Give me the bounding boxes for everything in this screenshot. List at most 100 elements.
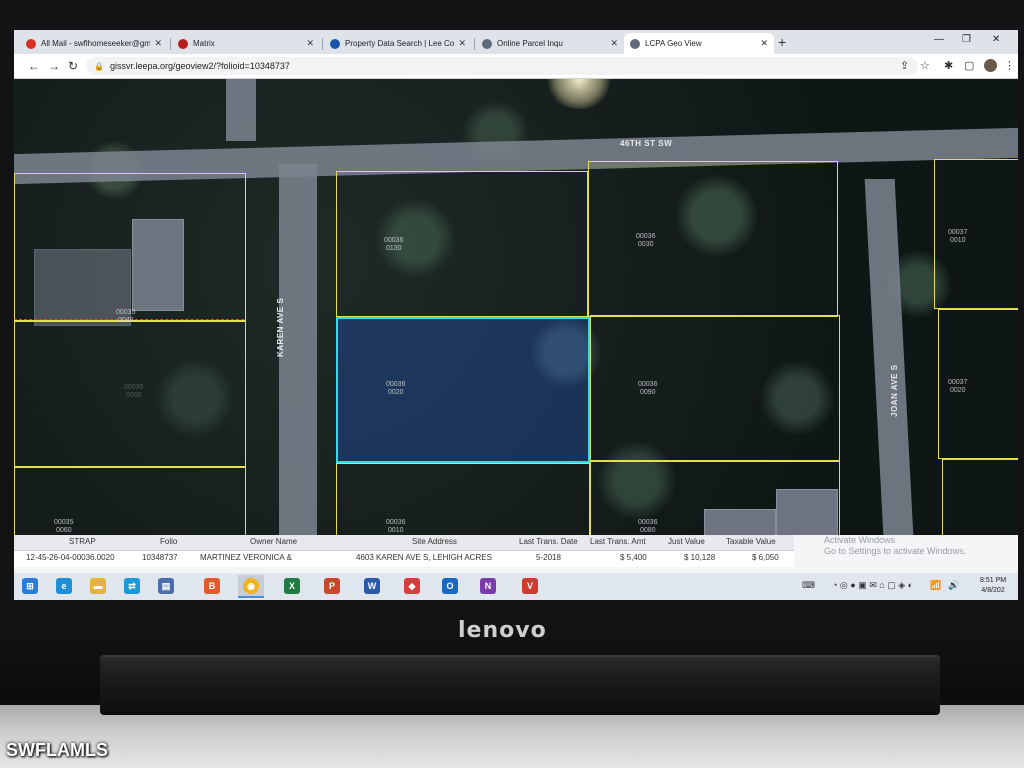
brave-icon[interactable]: B (204, 578, 220, 594)
windows-start-icon[interactable]: ⊞ (22, 578, 38, 594)
maximize-icon[interactable]: ❐ (962, 34, 971, 45)
tab-online-parcel-inquiry[interactable]: Online Parcel Inqu ✕ (476, 33, 624, 54)
minimize-icon[interactable]: — (934, 34, 944, 45)
column-header[interactable]: Just Value (668, 537, 705, 546)
site-address-cell: 4603 KAREN AVE S, LEHIGH ACRES (356, 553, 492, 562)
street-label-joan: JOAN AVE S (890, 364, 899, 417)
parcel-id-label: 00035 0050 (124, 384, 144, 399)
bookmark-star-icon[interactable]: ☆ (920, 59, 930, 72)
app-v-icon[interactable]: V (522, 578, 538, 594)
parcel-0037-0030[interactable] (942, 459, 1018, 535)
lenovo-logo: lenovo (458, 618, 547, 643)
forward-icon[interactable]: → (48, 59, 60, 73)
trans-amt-cell: $ 5,400 (620, 553, 647, 562)
word-icon[interactable]: W (364, 578, 380, 594)
close-tab-icon[interactable]: ✕ (306, 38, 314, 49)
folio-cell: 10348737 (142, 553, 178, 562)
tray-icons[interactable]: ◔ ◎ ● ▣ ✉ ⌂ ▢ ◈ ◐ (832, 580, 913, 591)
globe-icon (630, 38, 640, 49)
strap-cell: 12-45-26-04-00036.0020 (26, 553, 115, 562)
file-explorer-icon[interactable]: ▬ (90, 578, 106, 594)
column-header[interactable]: Taxable Value (726, 537, 776, 546)
parcel-0040[interactable] (14, 173, 246, 321)
taxable-value-cell: $ 6,050 (752, 553, 779, 562)
activate-windows-notice: Activate Windows Go to Settings to activ… (824, 535, 967, 556)
laptop-bezel-left (0, 30, 14, 605)
column-header[interactable]: Last Trans. Amt (590, 537, 646, 546)
internet-explorer-icon[interactable]: e (56, 578, 72, 594)
parcel-0090[interactable] (590, 315, 840, 461)
matrix-icon (178, 38, 188, 49)
tab-gmail[interactable]: All Mail - swflhomeseeker@gmai ✕ (20, 33, 168, 54)
keyboard-icon[interactable]: ⌨ (802, 580, 815, 591)
parcel-id-label: 00037 0020 (948, 379, 968, 394)
just-value-cell: $ 10,128 (684, 553, 716, 562)
parcel-id-label: 00036 0080 (638, 519, 658, 534)
chrome-icon[interactable]: ◉ (243, 578, 259, 594)
column-header[interactable]: Owner Name (250, 537, 297, 546)
aerial-map[interactable]: 46TH ST SW KAREN AVE S JOAN AVE S 00036 0… (14, 79, 1018, 535)
menu-icon[interactable]: ⋮ (1004, 59, 1015, 72)
globe-icon (482, 38, 492, 49)
close-tab-icon[interactable]: ✕ (760, 38, 768, 49)
column-header[interactable]: Folio (160, 537, 177, 546)
extensions-icon[interactable]: ✱ (944, 59, 953, 72)
app-icon[interactable]: ▤ (158, 578, 174, 594)
reload-icon[interactable]: ↻ (68, 59, 78, 73)
parcel-id-label: 00036 0090 (638, 381, 658, 396)
road-driveway (226, 79, 256, 141)
close-tab-icon[interactable]: ✕ (610, 38, 618, 49)
teamviewer-icon[interactable]: ⇄ (124, 578, 140, 594)
windows-taskbar: ⊞ e ▬ ⇄ ▤ B ◉ X P W ◆ O N V ⌨ ◔ ◎ ● ▣ ✉ … (14, 573, 1018, 600)
anydesk-icon[interactable]: ◆ (404, 578, 420, 594)
side-panel-icon[interactable]: ▢ (964, 59, 974, 72)
profile-avatar[interactable] (984, 59, 997, 72)
volume-icon[interactable]: 🔊 (948, 580, 959, 591)
parcel-0130[interactable] (336, 171, 588, 317)
network-icon[interactable]: 📶 (930, 580, 941, 591)
parcel-0030[interactable] (588, 161, 838, 317)
parcel-0080[interactable] (590, 461, 840, 535)
parcel-0010[interactable] (336, 463, 590, 535)
share-icon[interactable]: ⇪ (900, 59, 909, 72)
back-icon[interactable]: ← (28, 59, 40, 73)
parcel-id-label: 00036 0010 (386, 519, 406, 534)
new-tab-button[interactable]: + (778, 34, 786, 50)
onenote-icon[interactable]: N (480, 578, 496, 594)
close-window-icon[interactable]: ✕ (992, 34, 1000, 45)
parcel-id-label: 00037 0010 (948, 229, 968, 244)
excel-icon[interactable]: X (284, 578, 300, 594)
parcel-0037-0010[interactable] (934, 159, 1018, 309)
parcel-0060[interactable] (14, 467, 246, 535)
parcel-id-label: 00036 0030 (636, 233, 656, 248)
system-clock[interactable]: 8:51 PM 4/8/202 (980, 576, 1006, 596)
outlook-icon[interactable]: O (442, 578, 458, 594)
parcel-id-label: 00035 0060 (54, 519, 74, 534)
owner-cell: MARTINEZ VERONICA & (200, 553, 292, 562)
laptop-screen: All Mail - swflhomeseeker@gmai ✕ Matrix … (14, 30, 1018, 600)
browser-toolbar: ← → ↻ 🔒 gissvr.leepa.org/geoview2/?folio… (14, 54, 1018, 79)
laptop-hinge (100, 655, 940, 715)
globe-icon (330, 38, 340, 49)
close-tab-icon[interactable]: ✕ (458, 38, 466, 49)
column-header[interactable]: Last Trans. Date (519, 537, 578, 546)
street-label-46th: 46TH ST SW (620, 139, 673, 148)
tab-lcpa-geo-view[interactable]: LCPA Geo View ✕ (624, 33, 774, 54)
tab-matrix[interactable]: Matrix ✕ (172, 33, 320, 54)
table-row[interactable]: 12-45-26-04-00036.0020 10348737 MARTINEZ… (14, 551, 794, 567)
url-text: gissvr.leepa.org/geoview2/?folioid=10348… (109, 61, 290, 71)
parcel-id-label: 00036 0130 (384, 237, 404, 252)
parcel-id-label: 00035 0040 (116, 309, 136, 324)
parcel-selected-0020[interactable] (336, 317, 590, 463)
close-tab-icon[interactable]: ✕ (154, 38, 162, 49)
lock-icon: 🔒 (94, 61, 104, 71)
powerpoint-icon[interactable]: P (324, 578, 340, 594)
table-header: STRAP Folio Owner Name Site Address Last… (14, 535, 794, 551)
tab-property-data-search[interactable]: Property Data Search | Lee Count ✕ (324, 33, 472, 54)
column-header[interactable]: Site Address (412, 537, 457, 546)
column-header[interactable]: STRAP (69, 537, 96, 546)
mls-watermark: SWFLAMLS (6, 740, 108, 760)
parcel-id-label: 00036 0020 (386, 381, 406, 396)
trans-date-cell: 5-2018 (536, 553, 561, 562)
address-bar[interactable]: 🔒 gissvr.leepa.org/geoview2/?folioid=103… (86, 57, 918, 75)
